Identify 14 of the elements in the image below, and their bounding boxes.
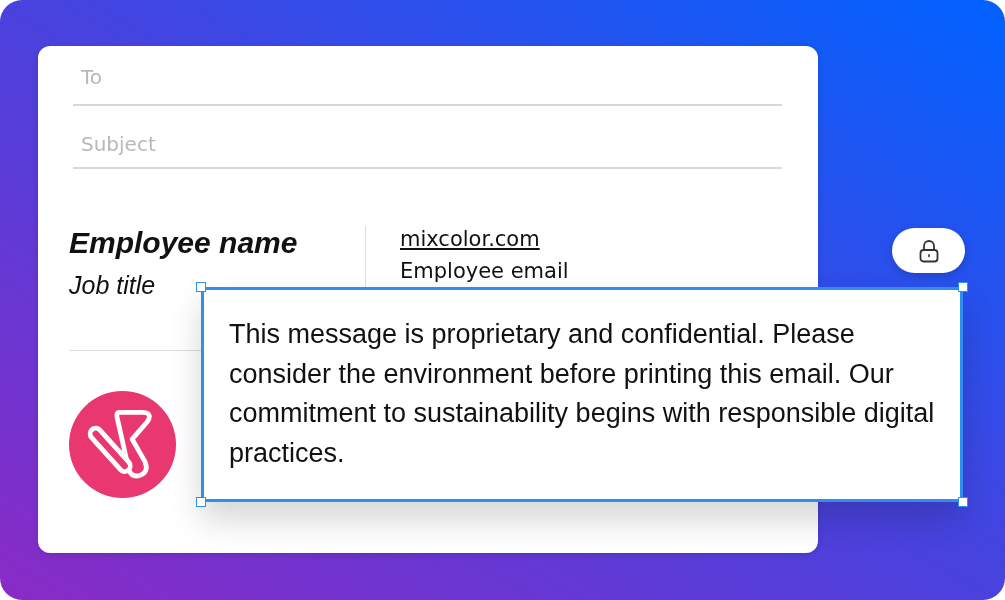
lock-button[interactable]: [892, 228, 965, 273]
resize-handle[interactable]: [958, 282, 968, 292]
logo-icon: [69, 391, 176, 498]
job-title: Job title: [69, 270, 156, 300]
employee-email: Employee email: [400, 259, 569, 283]
resize-handle[interactable]: [196, 282, 206, 292]
resize-handle[interactable]: [958, 497, 968, 507]
resize-handle[interactable]: [196, 497, 206, 507]
subject-field[interactable]: Subject: [73, 106, 782, 169]
employee-name: Employee name: [69, 226, 298, 260]
disclaimer-text: This message is proprietary and confidential. Please consider the environment before printing this email. Our commitment to sustainability begins with responsible digital practices.: [229, 318, 936, 470]
website-link[interactable]: mixcolor.com: [400, 226, 540, 252]
disclaimer-text-box[interactable]: This message is proprietary and confidential. Please consider the environment before printing this email. Our commitment to sustainability begins with responsible digital practices.: [201, 287, 963, 502]
to-field[interactable]: To: [73, 46, 782, 106]
